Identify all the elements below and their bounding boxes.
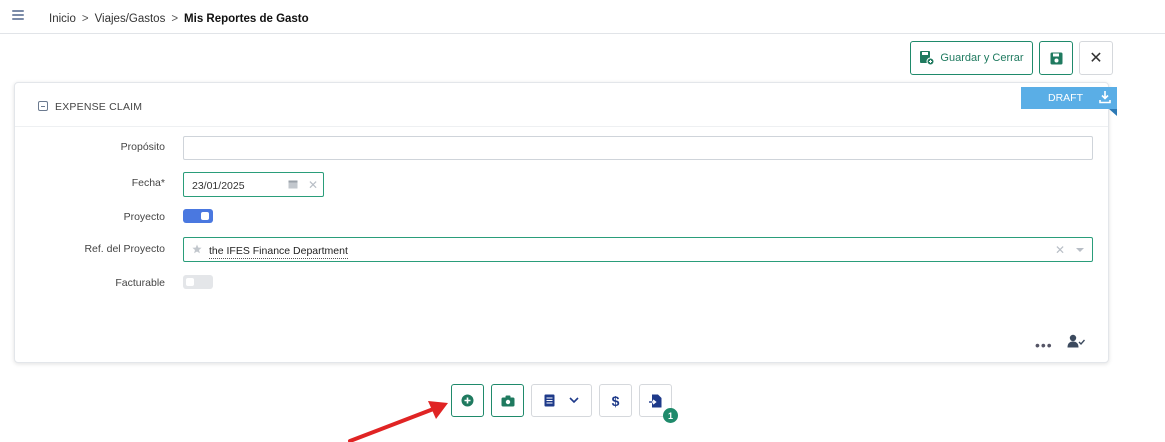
project-ref-label: Ref. del Proyecto <box>84 243 165 255</box>
more-options-icon[interactable]: ••• <box>1035 337 1053 353</box>
status-badge: DRAFT <box>1021 87 1117 116</box>
expense-claim-card: EXPENSE CLAIM Propósito Fecha* 23/01/202… <box>14 82 1109 363</box>
camera-icon <box>501 395 514 406</box>
purpose-input[interactable] <box>183 136 1093 160</box>
card-header: EXPENSE CLAIM <box>15 83 1108 127</box>
project-ref-clear-icon[interactable]: ✕ <box>1055 243 1065 257</box>
document-icon <box>544 394 555 407</box>
plus-circle-icon <box>461 394 474 407</box>
file-import-icon <box>649 394 662 407</box>
close-button[interactable]: ✕ <box>1079 41 1113 75</box>
calendar-icon[interactable] <box>288 179 298 189</box>
currency-button[interactable]: $ <box>599 384 632 417</box>
floppy-disk-icon <box>1050 52 1062 64</box>
attachment-count-badge: 1 <box>663 408 678 423</box>
project-ref-select[interactable]: the IFES Finance Department ✕ <box>183 237 1093 262</box>
breadcrumb-home[interactable]: Inicio <box>49 13 76 25</box>
save-and-close-button[interactable]: Guardar y Cerrar <box>910 41 1033 75</box>
chevron-down-icon[interactable] <box>1076 248 1084 252</box>
project-ref-value: the IFES Finance Department <box>209 245 348 259</box>
date-clear-icon[interactable]: ✕ <box>308 178 318 192</box>
date-label: Fecha* <box>131 177 165 189</box>
top-bar: Inicio > Viajes/Gastos > Mis Reportes de Gas… <box>0 0 1165 34</box>
star-icon[interactable] <box>192 244 202 254</box>
billable-label: Facturable <box>115 277 165 289</box>
chevron-down-icon <box>569 397 579 404</box>
dollar-icon: $ <box>611 392 620 409</box>
save-close-icon <box>920 51 935 66</box>
breadcrumb-current: Mis Reportes de Gasto <box>184 13 309 25</box>
document-menu-button[interactable] <box>531 384 592 417</box>
date-value: 23/01/2025 <box>192 180 245 192</box>
breadcrumb-parent[interactable]: Viajes/Gastos <box>95 13 166 25</box>
toggle-knob <box>186 278 194 286</box>
breadcrumb: Inicio > Viajes/Gastos > Mis Reportes de Gas… <box>49 13 309 25</box>
breadcrumb-separator: > <box>81 13 89 25</box>
user-check-icon[interactable] <box>1067 334 1085 348</box>
billable-toggle[interactable] <box>183 275 213 289</box>
save-button[interactable] <box>1039 41 1073 75</box>
status-label: DRAFT <box>1048 92 1083 104</box>
purpose-label: Propósito <box>120 141 165 153</box>
camera-button[interactable] <box>491 384 524 417</box>
red-arrow-annotation <box>348 401 448 442</box>
project-toggle[interactable] <box>183 209 213 223</box>
breadcrumb-separator: > <box>171 13 179 25</box>
toggle-knob <box>201 212 209 220</box>
collapse-icon[interactable] <box>38 101 48 111</box>
date-input[interactable]: 23/01/2025 ✕ <box>183 172 324 197</box>
project-label: Proyecto <box>123 211 165 223</box>
hamburger-menu-icon[interactable] <box>12 10 24 20</box>
close-icon: ✕ <box>1089 50 1103 67</box>
section-title: EXPENSE CLAIM <box>55 101 143 113</box>
download-icon[interactable] <box>1098 90 1112 104</box>
save-and-close-label: Guardar y Cerrar <box>940 52 1024 64</box>
